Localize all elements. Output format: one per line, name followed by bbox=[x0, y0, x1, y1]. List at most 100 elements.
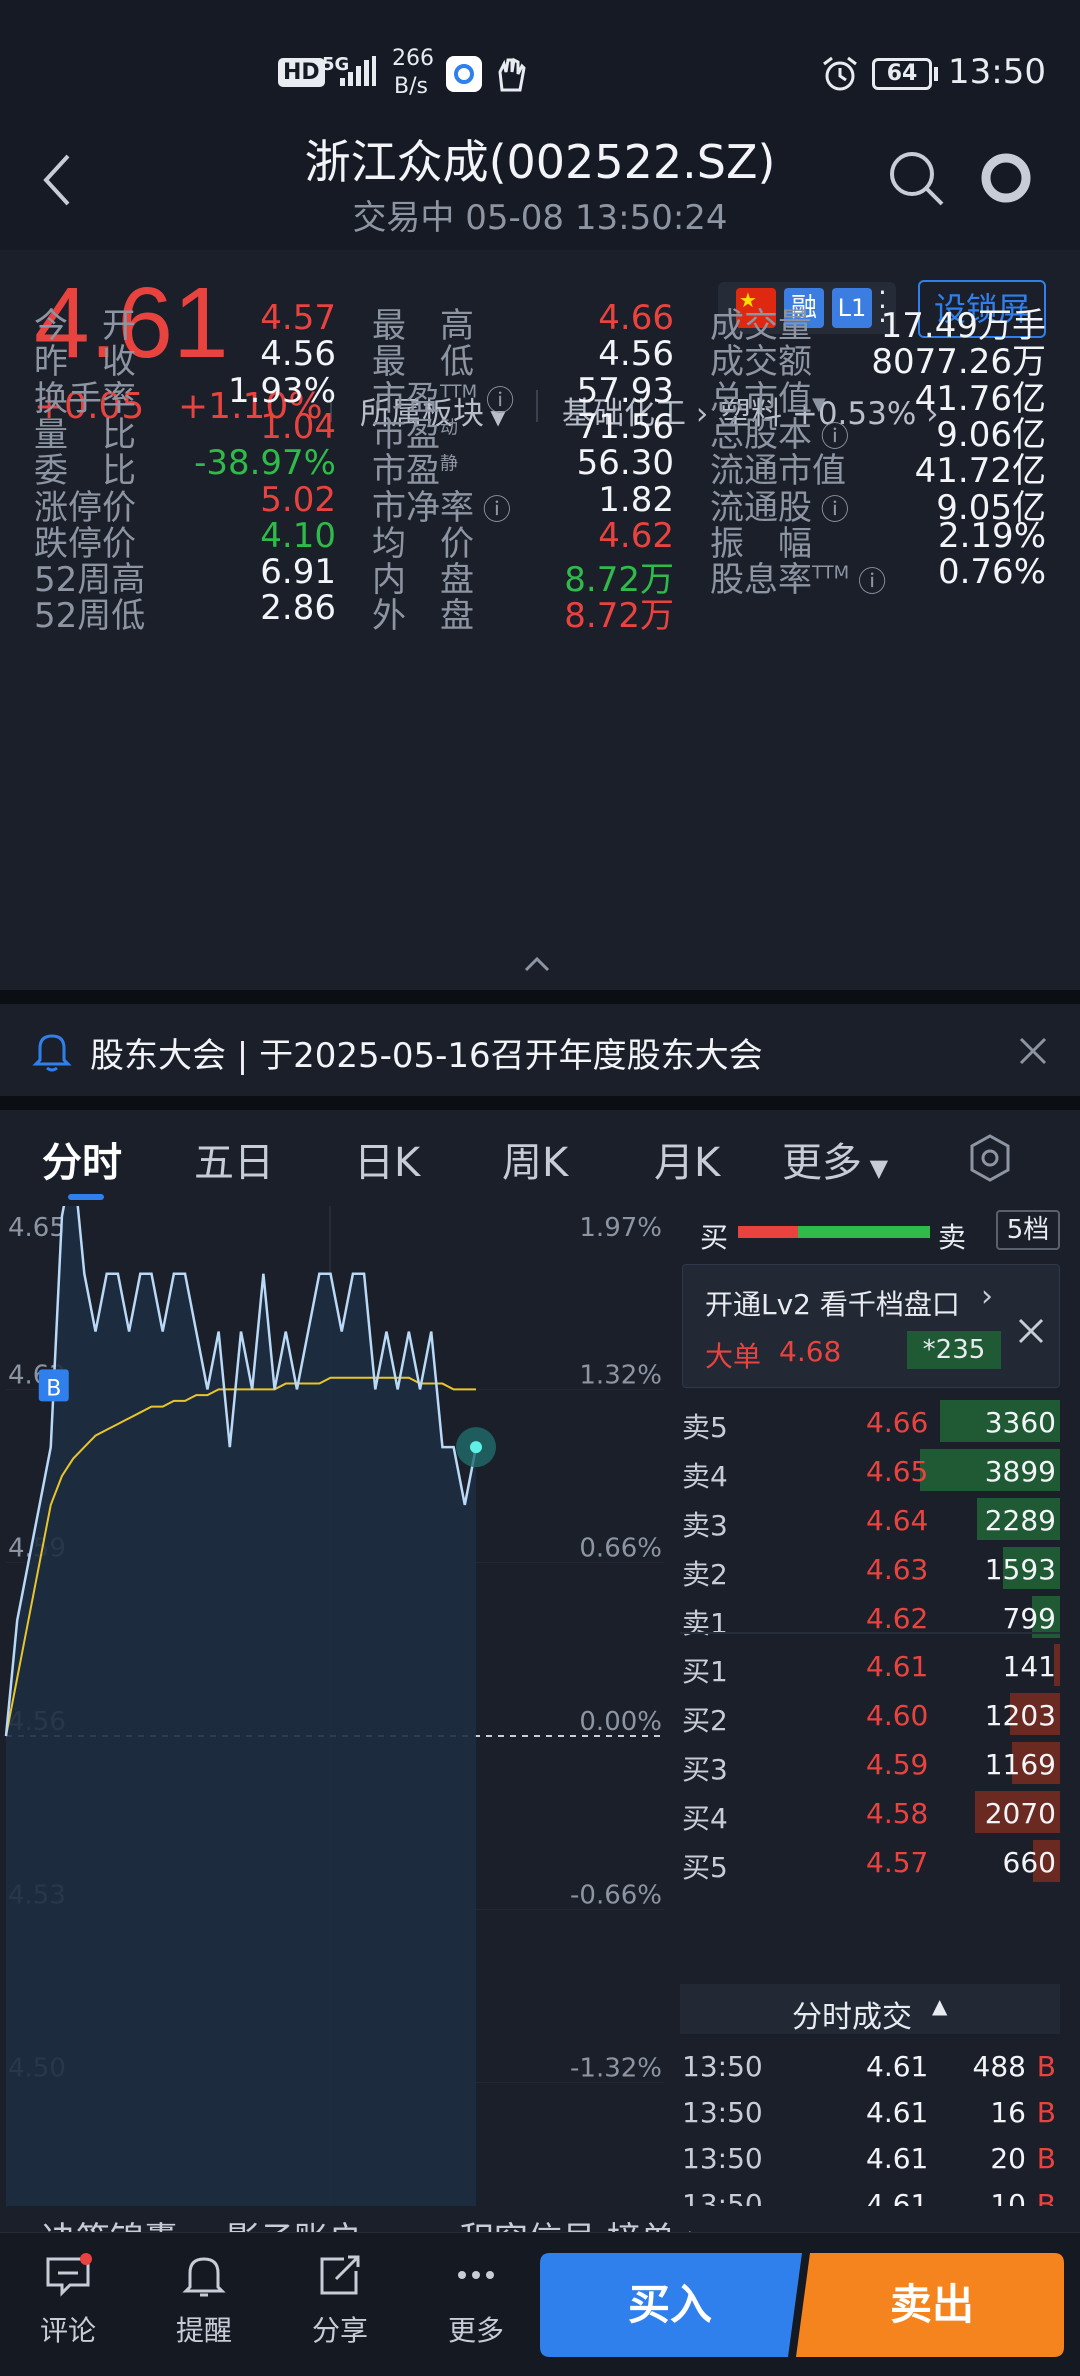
ask-price: 4.65 bbox=[866, 1455, 929, 1488]
buy-button[interactable]: 买入 bbox=[540, 2253, 800, 2357]
trade-volume: 20 bbox=[990, 2142, 1026, 2175]
battery-icon: 64 bbox=[872, 58, 932, 90]
bid-level-label: 买3 bbox=[682, 1753, 728, 1786]
divider bbox=[680, 1632, 1060, 1634]
info-icon[interactable]: ⓘ bbox=[812, 493, 849, 526]
bid-row[interactable]: 买2 4.60 1203 bbox=[680, 1691, 1060, 1739]
settings-icon[interactable] bbox=[968, 1134, 1012, 1182]
sell-button[interactable]: 卖出 bbox=[800, 2253, 1064, 2357]
metric-sup: TTM bbox=[812, 562, 850, 584]
close-icon[interactable] bbox=[1017, 1317, 1045, 1345]
col3-value: 0.76% bbox=[937, 552, 1046, 593]
bid-row[interactable]: 买4 4.58 2070 bbox=[680, 1789, 1060, 1837]
big-order-price: 4.68 bbox=[779, 1335, 842, 1368]
notice-text: 股东大会 | 于2025-05-16召开年度股东大会 bbox=[90, 1036, 763, 1076]
col2-label: 外 盘 bbox=[372, 596, 474, 637]
feature-strip: 决策锦囊 影子账户 积突信号·榜单 > bbox=[0, 2206, 1080, 2232]
ask-level-label: 卖5 bbox=[682, 1411, 728, 1444]
ask-row[interactable]: 卖1 4.62 799 bbox=[680, 1594, 1060, 1642]
bid-row[interactable]: 买3 4.59 1169 bbox=[680, 1740, 1060, 1788]
nav-share-label: 分享 bbox=[311, 2314, 368, 2347]
bid-volume: 2070 bbox=[984, 1797, 1056, 1830]
tab-intraday[interactable]: 分时 bbox=[42, 1130, 122, 1188]
nav-more-label: 更多 bbox=[447, 2314, 504, 2347]
tab-more[interactable]: 更多 ▼ bbox=[782, 1130, 888, 1188]
ask-level-label: 卖3 bbox=[682, 1509, 728, 1542]
feature-jinnang[interactable]: 决策锦囊 bbox=[42, 2212, 178, 2232]
info-icon[interactable]: ⓘ bbox=[477, 384, 514, 417]
feature-shadow-account[interactable]: 影子账户 bbox=[226, 2212, 362, 2232]
tab-weekly-k[interactable]: 周K bbox=[502, 1130, 568, 1188]
stock-header: 浙江众成(002522.SZ) 交易中 05-08 13:50:24 bbox=[0, 120, 1080, 250]
feature-signal[interactable]: 积突信号·榜单 > bbox=[460, 2212, 714, 2232]
bid-price: 4.58 bbox=[866, 1797, 929, 1830]
trade-row: 13:50 4.61 488 B bbox=[680, 2042, 1060, 2088]
metric-sup: TTM bbox=[440, 381, 478, 403]
col2-value: 56.30 bbox=[576, 443, 674, 484]
ask-row[interactable]: 卖5 4.66 3360 bbox=[680, 1398, 1060, 1446]
col1-value: 4.57 bbox=[260, 298, 336, 338]
hd-icon: HD bbox=[278, 58, 325, 87]
tab-daily-k[interactable]: 日K bbox=[354, 1130, 420, 1188]
bid-level-label: 买5 bbox=[682, 1851, 728, 1884]
trade-time: 13:50 bbox=[682, 2142, 763, 2175]
col2-value: 57.93 bbox=[576, 370, 674, 411]
status-bar: HD 5G 266 B/s 64 13:50 bbox=[0, 0, 1080, 120]
ask-price: 4.64 bbox=[866, 1504, 929, 1537]
col2-value: 71.56 bbox=[576, 406, 674, 447]
trade-side: B bbox=[1036, 2050, 1056, 2083]
trade-price: 4.61 bbox=[866, 2142, 929, 2175]
nav-more[interactable]: 更多 bbox=[426, 2253, 526, 2349]
bid-row[interactable]: 买5 4.57 660 bbox=[680, 1838, 1060, 1886]
ask-row[interactable]: 卖4 4.65 3899 bbox=[680, 1447, 1060, 1495]
nav-share[interactable]: 分享 bbox=[290, 2253, 390, 2349]
bell-icon bbox=[182, 2257, 226, 2297]
col3-label[interactable]: 股息率TTM ⓘ bbox=[710, 552, 886, 601]
ask-row[interactable]: 卖2 4.63 1593 bbox=[680, 1545, 1060, 1593]
notice-banner[interactable]: 股东大会 | 于2025-05-16召开年度股东大会 bbox=[0, 1004, 1080, 1096]
info-icon[interactable]: ⓘ bbox=[849, 565, 886, 598]
col1-value: 1.04 bbox=[260, 406, 336, 447]
y-tick-right: 1.32% bbox=[579, 1360, 662, 1390]
bid-row[interactable]: 买1 4.61 141 bbox=[680, 1642, 1060, 1690]
intraday-chart[interactable]: 4.651.97%4.621.32%4.590.66%4.560.00%4.53… bbox=[0, 1206, 670, 2232]
bid-level-label: 买1 bbox=[682, 1655, 728, 1688]
search-icon[interactable] bbox=[886, 148, 946, 208]
tab-monthly-k[interactable]: 月K bbox=[654, 1130, 720, 1188]
close-icon[interactable] bbox=[1018, 1036, 1048, 1066]
chevron-right-icon: › bbox=[981, 1279, 993, 1314]
ask-price: 4.63 bbox=[866, 1553, 929, 1586]
nav-alert[interactable]: 提醒 bbox=[154, 2253, 254, 2349]
col2-value: 4.62 bbox=[598, 515, 674, 556]
ask-volume: 3899 bbox=[984, 1455, 1056, 1488]
y-tick-right: 0.00% bbox=[579, 1707, 662, 1737]
lv2-promo[interactable]: 开通Lv2 看千档盘口 › 大单 4.68 *235 bbox=[682, 1264, 1060, 1388]
bid-price: 4.59 bbox=[866, 1748, 929, 1781]
ask-row[interactable]: 卖3 4.64 2289 bbox=[680, 1496, 1060, 1544]
buy-marker-label: B bbox=[46, 1376, 61, 1401]
quote-panel: 4.61 +0.05 +1.10% 所属板块 ▼ 基础化工 › 塑料 +0.53… bbox=[0, 250, 1080, 990]
ask-volume: 799 bbox=[1002, 1602, 1056, 1635]
big-order-label: 大单 bbox=[705, 1340, 762, 1373]
ask-level-label: 卖4 bbox=[682, 1460, 728, 1493]
collapse-icon[interactable] bbox=[524, 956, 550, 972]
tab-5day[interactable]: 五日 bbox=[194, 1130, 274, 1188]
chart-panel: 分时 五日 日K 周K 月K 更多 ▼ 4.65 1.97% 4.62 1.32% 4.… bbox=[0, 1110, 1080, 2276]
col1-value: 4.10 bbox=[260, 515, 336, 556]
col1-value: 2.86 bbox=[260, 588, 336, 629]
big-order-volume: *235 bbox=[907, 1331, 1001, 1369]
buy-ratio-bar bbox=[738, 1226, 798, 1238]
col1-label: 52周低 bbox=[34, 596, 146, 637]
info-icon[interactable]: ⓘ bbox=[474, 493, 511, 526]
depth-level-button[interactable]: 5档 bbox=[996, 1210, 1060, 1250]
nav-alert-label: 提醒 bbox=[175, 2314, 232, 2347]
buy-ratio-label: 买 bbox=[700, 1221, 729, 1254]
refresh-icon[interactable] bbox=[978, 150, 1034, 206]
order-book: 买 卖 5档 开通Lv2 看千档盘口 › 大单 4.68 *235 卖5 4.66… bbox=[680, 1206, 1080, 2276]
ask-level-label: 卖1 bbox=[682, 1607, 728, 1640]
bid-volume: 660 bbox=[1002, 1846, 1056, 1879]
trades-header[interactable]: 分时成交 ▲ bbox=[680, 1984, 1060, 2035]
col1-value: -38.97% bbox=[194, 443, 336, 484]
nav-comment[interactable]: 评论 bbox=[18, 2253, 118, 2349]
price-area bbox=[6, 1206, 476, 2232]
